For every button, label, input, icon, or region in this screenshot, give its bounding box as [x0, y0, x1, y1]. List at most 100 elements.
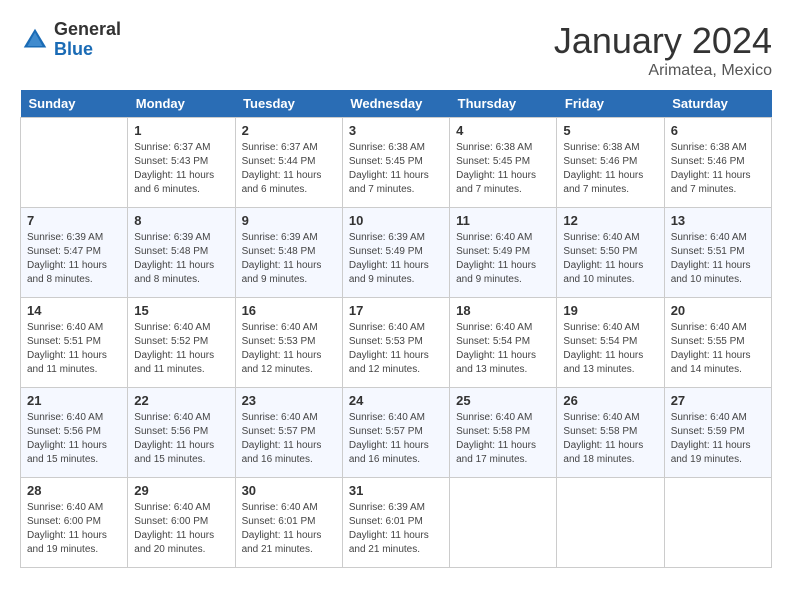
calendar-cell: 4Sunrise: 6:38 AM Sunset: 5:45 PM Daylig…	[450, 118, 557, 208]
calendar-cell: 1Sunrise: 6:37 AM Sunset: 5:43 PM Daylig…	[128, 118, 235, 208]
calendar-week-2: 7 Sunrise: 6:39 AM Sunset: 5:47 PM Daylig…	[21, 208, 772, 298]
calendar-cell: 5Sunrise: 6:38 AM Sunset: 5:46 PM Daylig…	[557, 118, 664, 208]
calendar-week-3: 14Sunrise: 6:40 AM Sunset: 5:51 PM Dayli…	[21, 298, 772, 388]
day-number: 9	[242, 213, 336, 228]
logo: General Blue	[20, 20, 121, 60]
logo-text: General Blue	[54, 20, 121, 60]
day-info: Sunrise: 6:40 AM Sunset: 5:54 PM Dayligh…	[563, 321, 657, 377]
location-title: Arimatea, Mexico	[554, 62, 772, 80]
day-number: 4	[456, 123, 550, 138]
day-info: Sunrise: 6:39 AM Sunset: 5:47 PM Dayligh…	[27, 231, 121, 287]
calendar-cell: 2Sunrise: 6:37 AM Sunset: 5:44 PM Daylig…	[235, 118, 342, 208]
calendar-cell: 24 Sunrise: 6:40 AM Sunset: 5:57 PM Dayli…	[342, 388, 449, 478]
calendar-cell: 23 Sunrise: 6:40 AM Sunset: 5:57 PM Dayli…	[235, 388, 342, 478]
day-number: 21	[27, 393, 121, 408]
weekday-header-monday: Monday	[128, 90, 235, 118]
day-info: Sunrise: 6:40 AM Sunset: 5:56 PM Dayligh…	[27, 411, 121, 467]
calendar-cell	[450, 478, 557, 568]
day-info: Sunrise: 6:40 AM Sunset: 5:53 PM Dayligh…	[349, 321, 443, 377]
calendar-cell: 30 Sunrise: 6:40 AM Sunset: 6:01 PM Dayli…	[235, 478, 342, 568]
day-number: 17	[349, 303, 443, 318]
calendar-cell	[664, 478, 771, 568]
weekday-header-tuesday: Tuesday	[235, 90, 342, 118]
day-info: Sunrise: 6:37 AM Sunset: 5:44 PM Dayligh…	[242, 141, 336, 197]
day-number: 24	[349, 393, 443, 408]
day-info: Sunrise: 6:40 AM Sunset: 6:00 PM Dayligh…	[27, 501, 121, 557]
day-info: Sunrise: 6:40 AM Sunset: 5:50 PM Dayligh…	[563, 231, 657, 287]
day-info: Sunrise: 6:39 AM Sunset: 5:48 PM Dayligh…	[242, 231, 336, 287]
calendar-cell: 27Sunrise: 6:40 AM Sunset: 5:59 PM Dayli…	[664, 388, 771, 478]
calendar-week-1: 1Sunrise: 6:37 AM Sunset: 5:43 PM Daylig…	[21, 118, 772, 208]
day-number: 12	[563, 213, 657, 228]
calendar-cell: 28 Sunrise: 6:40 AM Sunset: 6:00 PM Dayli…	[21, 478, 128, 568]
calendar-cell: 11 Sunrise: 6:40 AM Sunset: 5:49 PM Dayli…	[450, 208, 557, 298]
page-header: General Blue January 2024 Arimatea, Mexi…	[20, 20, 772, 80]
day-info: Sunrise: 6:40 AM Sunset: 5:56 PM Dayligh…	[134, 411, 228, 467]
calendar-cell: 9 Sunrise: 6:39 AM Sunset: 5:48 PM Daylig…	[235, 208, 342, 298]
calendar-cell: 26Sunrise: 6:40 AM Sunset: 5:58 PM Dayli…	[557, 388, 664, 478]
calendar-week-5: 28 Sunrise: 6:40 AM Sunset: 6:00 PM Dayli…	[21, 478, 772, 568]
weekday-header-thursday: Thursday	[450, 90, 557, 118]
day-number: 16	[242, 303, 336, 318]
day-info: Sunrise: 6:40 AM Sunset: 5:55 PM Dayligh…	[671, 321, 765, 377]
day-info: Sunrise: 6:40 AM Sunset: 5:58 PM Dayligh…	[456, 411, 550, 467]
logo-general: General	[54, 20, 121, 40]
calendar-cell: 10Sunrise: 6:39 AM Sunset: 5:49 PM Dayli…	[342, 208, 449, 298]
day-number: 25	[456, 393, 550, 408]
logo-blue: Blue	[54, 40, 121, 60]
day-number: 10	[349, 213, 443, 228]
day-number: 29	[134, 483, 228, 498]
calendar-week-4: 21 Sunrise: 6:40 AM Sunset: 5:56 PM Dayli…	[21, 388, 772, 478]
day-number: 30	[242, 483, 336, 498]
day-info: Sunrise: 6:40 AM Sunset: 6:01 PM Dayligh…	[242, 501, 336, 557]
day-number: 15	[134, 303, 228, 318]
day-number: 28	[27, 483, 121, 498]
calendar-cell: 6 Sunrise: 6:38 AM Sunset: 5:46 PM Daylig…	[664, 118, 771, 208]
logo-icon	[20, 25, 50, 55]
calendar-cell: 7 Sunrise: 6:39 AM Sunset: 5:47 PM Daylig…	[21, 208, 128, 298]
day-number: 23	[242, 393, 336, 408]
day-info: Sunrise: 6:38 AM Sunset: 5:45 PM Dayligh…	[349, 141, 443, 197]
calendar-cell: 22Sunrise: 6:40 AM Sunset: 5:56 PM Dayli…	[128, 388, 235, 478]
calendar-cell: 21 Sunrise: 6:40 AM Sunset: 5:56 PM Dayli…	[21, 388, 128, 478]
weekday-header-saturday: Saturday	[664, 90, 771, 118]
day-number: 13	[671, 213, 765, 228]
day-info: Sunrise: 6:40 AM Sunset: 5:49 PM Dayligh…	[456, 231, 550, 287]
calendar-cell: 31Sunrise: 6:39 AM Sunset: 6:01 PM Dayli…	[342, 478, 449, 568]
day-number: 6	[671, 123, 765, 138]
title-block: January 2024 Arimatea, Mexico	[554, 20, 772, 80]
day-number: 3	[349, 123, 443, 138]
calendar-cell: 15 Sunrise: 6:40 AM Sunset: 5:52 PM Dayli…	[128, 298, 235, 388]
day-info: Sunrise: 6:40 AM Sunset: 5:58 PM Dayligh…	[563, 411, 657, 467]
calendar-cell: 17 Sunrise: 6:40 AM Sunset: 5:53 PM Dayli…	[342, 298, 449, 388]
calendar-cell: 14Sunrise: 6:40 AM Sunset: 5:51 PM Dayli…	[21, 298, 128, 388]
day-number: 8	[134, 213, 228, 228]
calendar-cell: 8Sunrise: 6:39 AM Sunset: 5:48 PM Daylig…	[128, 208, 235, 298]
calendar-body: 1Sunrise: 6:37 AM Sunset: 5:43 PM Daylig…	[21, 118, 772, 568]
day-info: Sunrise: 6:40 AM Sunset: 5:51 PM Dayligh…	[671, 231, 765, 287]
day-info: Sunrise: 6:40 AM Sunset: 5:53 PM Dayligh…	[242, 321, 336, 377]
calendar-cell: 3 Sunrise: 6:38 AM Sunset: 5:45 PM Daylig…	[342, 118, 449, 208]
day-info: Sunrise: 6:40 AM Sunset: 5:57 PM Dayligh…	[349, 411, 443, 467]
day-info: Sunrise: 6:40 AM Sunset: 5:54 PM Dayligh…	[456, 321, 550, 377]
day-info: Sunrise: 6:38 AM Sunset: 5:46 PM Dayligh…	[671, 141, 765, 197]
calendar-cell: 29 Sunrise: 6:40 AM Sunset: 6:00 PM Dayli…	[128, 478, 235, 568]
day-info: Sunrise: 6:40 AM Sunset: 5:52 PM Dayligh…	[134, 321, 228, 377]
day-number: 27	[671, 393, 765, 408]
day-info: Sunrise: 6:40 AM Sunset: 5:57 PM Dayligh…	[242, 411, 336, 467]
day-number: 19	[563, 303, 657, 318]
day-info: Sunrise: 6:38 AM Sunset: 5:46 PM Dayligh…	[563, 141, 657, 197]
calendar-cell: 12 Sunrise: 6:40 AM Sunset: 5:50 PM Dayli…	[557, 208, 664, 298]
calendar-cell: 18 Sunrise: 6:40 AM Sunset: 5:54 PM Dayli…	[450, 298, 557, 388]
calendar-cell: 19 Sunrise: 6:40 AM Sunset: 5:54 PM Dayli…	[557, 298, 664, 388]
weekday-row: SundayMondayTuesdayWednesdayThursdayFrid…	[21, 90, 772, 118]
day-number: 11	[456, 213, 550, 228]
day-number: 20	[671, 303, 765, 318]
day-info: Sunrise: 6:37 AM Sunset: 5:43 PM Dayligh…	[134, 141, 228, 197]
calendar-cell: 20 Sunrise: 6:40 AM Sunset: 5:55 PM Dayli…	[664, 298, 771, 388]
day-number: 18	[456, 303, 550, 318]
calendar-table: SundayMondayTuesdayWednesdayThursdayFrid…	[20, 90, 772, 568]
weekday-header-wednesday: Wednesday	[342, 90, 449, 118]
day-info: Sunrise: 6:40 AM Sunset: 6:00 PM Dayligh…	[134, 501, 228, 557]
day-number: 7	[27, 213, 121, 228]
